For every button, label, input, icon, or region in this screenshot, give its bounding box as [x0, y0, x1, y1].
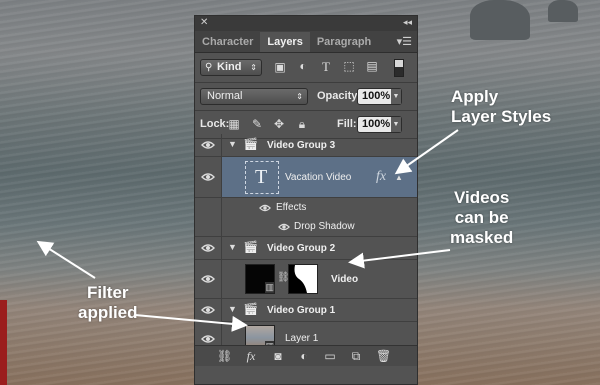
- arrow-to-fx: [394, 129, 459, 175]
- arrow-to-layer-1: [134, 314, 248, 332]
- arrow-to-mask: [348, 249, 451, 269]
- annotation-arrows: [36, 129, 459, 332]
- arrow-to-sea: [36, 240, 96, 279]
